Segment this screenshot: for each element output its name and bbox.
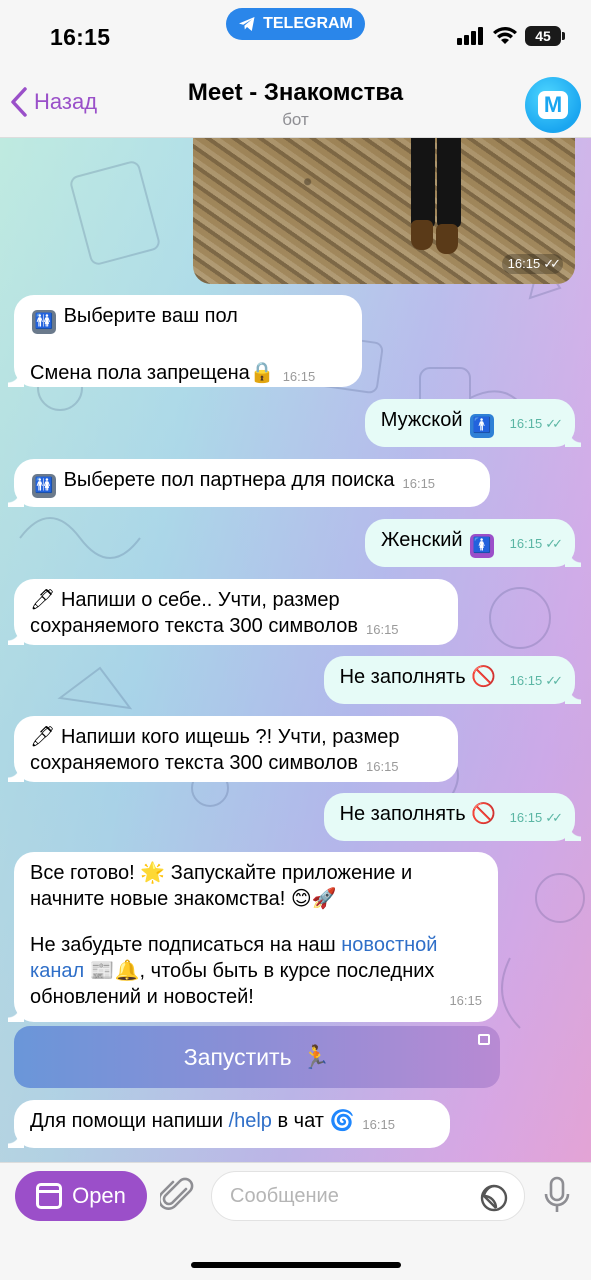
photo-timestamp: 16:15 ✓✓ <box>501 254 563 274</box>
incoming-message: 🚻 Выберите ваш пол Смена пола запрещена🔒… <box>8 295 362 387</box>
message-text: Все готово! <box>30 862 135 884</box>
prohibited-icon: 🚫 <box>471 666 497 688</box>
message-time: 16:15 <box>449 993 482 1008</box>
outgoing-message: Мужской 🚹 16:15 ✓✓ <box>364 399 582 447</box>
photo-person-leg <box>437 138 461 228</box>
photo-message[interactable]: 16:15 ✓✓ <box>193 138 575 284</box>
webapp-corner-icon <box>478 1034 490 1045</box>
pen-icon: 🖊 <box>30 589 56 611</box>
incoming-message: Для помощи напиши /help в чат 🌀 16:15 <box>8 1100 450 1148</box>
message-text: Не заполнять <box>339 803 466 825</box>
telegram-pill[interactable]: TELEGRAM <box>226 8 365 40</box>
newspaper-icon: 📰 <box>89 960 115 982</box>
message-text: , чтобы быть в курсе последних <box>139 960 435 982</box>
news-channel-link[interactable]: новостной <box>341 934 437 956</box>
message-text: сохраняемого текста 300 символов <box>30 615 358 637</box>
status-icons: 45 <box>457 26 565 46</box>
chat-title[interactable]: Meet - Знакомства <box>0 79 591 107</box>
message-time: 16:15 ✓✓ <box>509 810 563 825</box>
restroom-icon: 🚻 <box>32 310 56 334</box>
message-time: 16:15 ✓✓ <box>509 673 563 688</box>
message-text: Напиши кого ищешь ?! Учти, размер <box>60 726 400 748</box>
message-time: 16:15 ✓✓ <box>509 536 563 551</box>
paperclip-icon[interactable] <box>160 1175 194 1215</box>
message-text: Мужской <box>380 409 463 431</box>
home-indicator[interactable] <box>191 1262 401 1268</box>
incoming-message: 🖊 Напиши о себе.. Учти, размер сохраняем… <box>8 579 458 645</box>
message-time: 16:15 <box>282 369 316 384</box>
running-person-icon: 🏃 <box>301 1043 331 1070</box>
outgoing-message: Женский 🚺 16:15 ✓✓ <box>365 519 581 567</box>
message-text: Женский <box>381 529 463 551</box>
message-text: в чат <box>277 1110 324 1132</box>
bot-avatar[interactable]: M <box>525 77 581 133</box>
message-text: Выберете пол партнера для поиска <box>63 469 395 491</box>
message-time: 16:15 <box>366 759 399 774</box>
incoming-message: 🖊 Напиши кого ищешь ?! Учти, размер сохр… <box>8 716 458 782</box>
message-placeholder: Сообщение <box>230 1184 339 1207</box>
message-text: Смена пола запрещена <box>30 362 250 384</box>
avatar-letter: M <box>538 91 568 119</box>
photo-person-leg <box>411 138 435 228</box>
telegram-chat-screen: 16:15 TELEGRAM 45 Назад Meet - Знакомств… <box>0 0 591 1280</box>
launch-button-label: Запустить <box>183 1043 292 1070</box>
photo-person-shoe <box>411 220 433 250</box>
message-text: Запускайте приложение и <box>170 862 413 884</box>
sticker-icon[interactable] <box>480 1184 508 1212</box>
restroom-icon: 🚻 <box>32 474 56 498</box>
outgoing-message: Не заполнять 🚫 16:15 ✓✓ <box>323 656 582 704</box>
prohibited-icon: 🚫 <box>471 803 497 825</box>
status-time: 16:15 <box>50 24 111 50</box>
message-text: сохраняемого текста 300 символов <box>30 752 358 774</box>
message-text: обновлений и новостей! <box>30 986 254 1008</box>
incoming-message: 🚻 Выберете пол партнера для поиска 16:15 <box>8 459 490 507</box>
message-input[interactable]: Сообщение <box>211 1171 525 1221</box>
message-text: Напиши о себе.. Учти, размер <box>60 589 340 611</box>
sparkle-icon: 🌟 <box>140 862 166 884</box>
message-time: 16:15 <box>402 476 436 491</box>
pen-icon: 🖊 <box>30 726 56 748</box>
message-text: Не забудьте подписаться на наш <box>30 934 336 956</box>
launch-button[interactable]: Запустить 🏃 <box>14 1026 500 1088</box>
outgoing-message: Не заполнять 🚫 16:15 ✓✓ <box>323 793 582 841</box>
news-channel-link[interactable]: канал <box>30 960 84 982</box>
battery-indicator: 45 <box>525 26 565 46</box>
lock-icon: 🔒 <box>249 362 275 384</box>
wifi-icon <box>493 27 517 44</box>
microphone-icon[interactable] <box>542 1176 572 1216</box>
message-text: Не заполнять <box>339 666 466 688</box>
message-text: Для помощи напиши <box>30 1110 223 1132</box>
chat-subtitle: бот <box>282 110 309 129</box>
message-text: Выберите ваш пол <box>63 305 238 327</box>
rocket-icon: 🚀 <box>311 888 337 910</box>
telegram-plane-icon <box>239 17 255 31</box>
telegram-pill-label: TELEGRAM <box>263 15 353 32</box>
photo-person-shoe <box>436 224 458 254</box>
female-sign-icon: 🚺 <box>470 534 495 558</box>
male-sign-icon: 🚹 <box>470 414 495 438</box>
battery-level: 45 <box>535 28 551 44</box>
bell-icon: 🔔 <box>114 960 140 982</box>
incoming-message: Все готово! 🌟 Запускайте приложение и на… <box>8 852 498 1022</box>
open-button-label: Open <box>72 1183 126 1208</box>
message-time: 16:15 <box>362 1117 395 1132</box>
window-icon <box>36 1183 63 1209</box>
message-time: 16:15 <box>366 622 399 637</box>
message-time: 16:15 ✓✓ <box>509 416 563 431</box>
cellular-signal-icon <box>457 27 483 45</box>
smile-icon: 😊 <box>290 888 312 910</box>
cyclone-icon: 🌀 <box>329 1110 355 1132</box>
status-bar: 16:15 TELEGRAM 45 <box>0 0 591 72</box>
chat-header: Назад Meet - Знакомства бот M <box>0 72 591 138</box>
help-command-link[interactable]: /help <box>229 1110 272 1132</box>
message-text: начните новые знакомства! <box>30 888 286 910</box>
open-webapp-button[interactable]: Open <box>15 1171 147 1221</box>
